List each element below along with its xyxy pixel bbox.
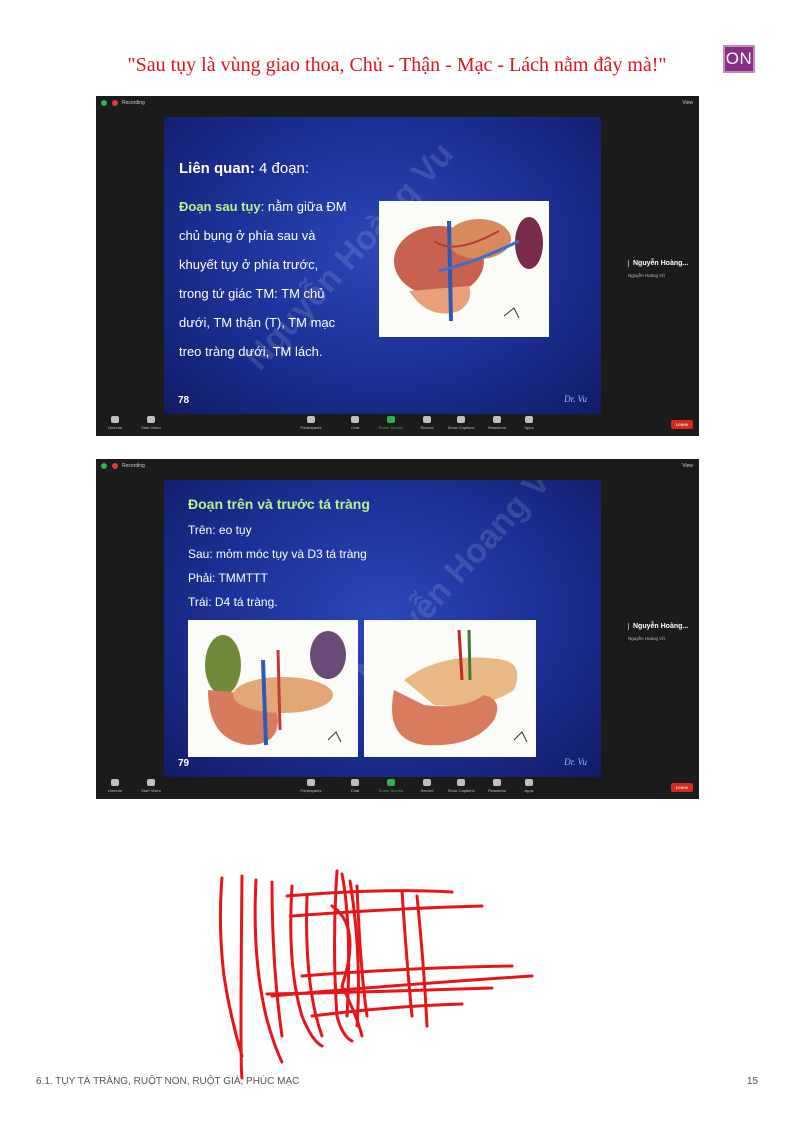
- chat-icon: [351, 779, 359, 786]
- camera-off-icon: [147, 779, 155, 786]
- share-icon: [387, 779, 395, 786]
- slide-signature: Dr. Vu: [564, 757, 587, 767]
- unmute-button[interactable]: Unmute: [100, 779, 130, 793]
- participant-sub: Nguyễn Hoàng Vũ: [628, 273, 665, 278]
- participants-button[interactable]: Participants: [296, 416, 326, 430]
- slide-body: Đoạn sau tụy: nằm giữa ĐM chủ bụng ở phí…: [179, 192, 389, 366]
- anatomy-illustration-left: [188, 620, 358, 757]
- body-line: trong tứ giác TM: TM chủ: [179, 286, 325, 301]
- zoom-screenshot-1: Recording View Nguyễn Hoàng Vu Liên quan…: [96, 96, 699, 436]
- apps-button[interactable]: Apps: [514, 416, 544, 430]
- apps-icon: [525, 779, 533, 786]
- body-line: treo tràng dưới, TM lách.: [179, 344, 323, 359]
- slide-heading: Liên quan: 4 đoạn:: [179, 154, 309, 183]
- slide-79: Nguyễn Hoang Vu Đoạn trên và trước tá tr…: [164, 480, 601, 777]
- slide-number: 79: [178, 758, 190, 769]
- recording-label: Recording: [122, 100, 145, 106]
- body-line: Trái: D4 tá tràng.: [188, 595, 278, 609]
- leave-button[interactable]: Leave: [670, 783, 693, 792]
- mic-off-icon: [111, 779, 119, 786]
- recording-label: Recording: [122, 463, 145, 469]
- page-number: 15: [746, 1076, 758, 1087]
- zoom-controls: Unmute Start Video Participants Chat Sha…: [96, 777, 699, 799]
- slide-body: Trên: eo tụy Sau: mỏm móc tụy và D3 tá t…: [188, 518, 367, 614]
- anatomy-illustration-right: [364, 620, 536, 757]
- people-icon: [307, 779, 315, 786]
- captions-button[interactable]: Show Captions: [446, 779, 476, 793]
- shield-icon: [101, 463, 107, 469]
- share-icon: [387, 416, 395, 423]
- leave-button[interactable]: Leave: [670, 420, 693, 429]
- on-badge: ON: [723, 45, 755, 73]
- slide-heading-bold: Liên quan:: [179, 160, 255, 177]
- zoom-controls: Unmute Start Video Participants Chat Sha…: [96, 414, 699, 436]
- page-quote-title: "Sau tụy là vùng giao thoa, Chủ - Thận -…: [127, 54, 667, 76]
- participant-tile[interactable]: Nguyễn Hoàng... Nguyễn Hoàng Vũ: [628, 260, 688, 278]
- smile-icon: [493, 416, 501, 423]
- slide-number: 78: [178, 395, 190, 406]
- participant-name: Nguyễn Hoàng...: [628, 260, 688, 267]
- share-screen-button[interactable]: Share Screen: [376, 416, 406, 430]
- participant-sub: Nguyễn Hoàng Vũ: [628, 636, 665, 641]
- cc-icon: [457, 779, 465, 786]
- chat-button[interactable]: Chat: [340, 416, 370, 430]
- slide-heading-rest: 4 đoạn:: [254, 160, 310, 177]
- recording-icon: [112, 463, 118, 469]
- shield-icon: [101, 100, 107, 106]
- start-video-button[interactable]: Start Video: [136, 779, 166, 793]
- footer-chapter: 6.1. TỤY TÁ TRÀNG, RUỘT NON, RUỘT GIÀ, P…: [36, 1076, 300, 1087]
- recording-icon: [112, 100, 118, 106]
- apps-button[interactable]: Apps: [514, 779, 544, 793]
- participant-name: Nguyễn Hoàng...: [628, 623, 688, 630]
- participants-button[interactable]: Participants: [296, 779, 326, 793]
- unmute-button[interactable]: Unmute: [100, 416, 130, 430]
- camera-off-icon: [147, 416, 155, 423]
- view-button[interactable]: View: [682, 100, 693, 106]
- view-button[interactable]: View: [682, 463, 693, 469]
- slide-78: Nguyễn Hoàng Vu Liên quan: 4 đoạn: Đoạn …: [164, 117, 601, 414]
- record-button[interactable]: Record: [412, 416, 442, 430]
- record-icon: [423, 416, 431, 423]
- reactions-button[interactable]: Reactions: [482, 779, 512, 793]
- chat-button[interactable]: Chat: [340, 779, 370, 793]
- zoom-topbar: Recording View: [96, 459, 699, 473]
- captions-button[interactable]: Show Captions: [446, 416, 476, 430]
- apps-icon: [525, 416, 533, 423]
- body-line: Phải: TMMTTT: [188, 571, 268, 585]
- cc-icon: [457, 416, 465, 423]
- start-video-button[interactable]: Start Video: [136, 416, 166, 430]
- share-screen-button[interactable]: Share Screen: [376, 779, 406, 793]
- highlight-term: Đoạn sau tụy: [179, 199, 261, 214]
- body-line: Trên: eo tụy: [188, 523, 252, 537]
- record-icon: [423, 779, 431, 786]
- slide-signature: Dr. Vu: [564, 394, 587, 404]
- mic-off-icon: [111, 416, 119, 423]
- body-line: khuyết tụy ở phía trước,: [179, 257, 319, 272]
- smile-icon: [493, 779, 501, 786]
- anatomy-illustration: [379, 201, 549, 337]
- record-button[interactable]: Record: [412, 779, 442, 793]
- zoom-screenshot-2: Recording View Nguyễn Hoang Vu Đoạn trên…: [96, 459, 699, 799]
- participant-tile[interactable]: Nguyễn Hoàng... Nguyễn Hoàng Vũ: [628, 623, 688, 641]
- body-line: dưới, TM thận (T), TM mạc: [179, 315, 336, 330]
- red-scribble-drawing: [218, 869, 534, 1080]
- body-line: Sau: mỏm móc tụy và D3 tá tràng: [188, 547, 367, 561]
- body-line: chủ bụng ở phía sau và: [179, 228, 316, 243]
- people-icon: [307, 416, 315, 423]
- zoom-topbar: Recording View: [96, 96, 699, 110]
- chat-icon: [351, 416, 359, 423]
- body-line: : nằm giữa ĐM: [260, 199, 347, 214]
- slide-heading: Đoạn trên và trước tá tràng: [188, 496, 370, 512]
- reactions-button[interactable]: Reactions: [482, 416, 512, 430]
